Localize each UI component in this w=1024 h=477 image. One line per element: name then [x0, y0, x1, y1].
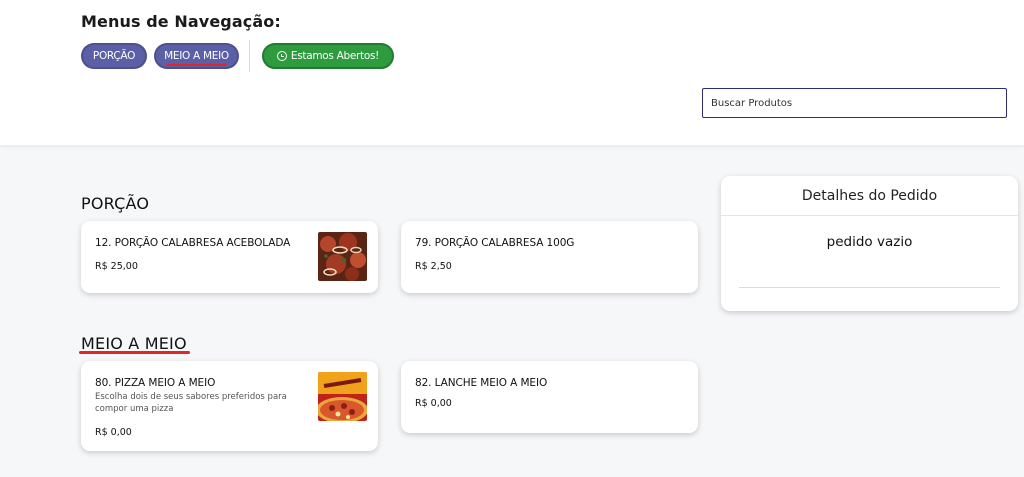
active-underline	[166, 64, 227, 66]
product-name: 80. PIZZA MEIO A MEIO	[95, 377, 216, 389]
search-input[interactable]	[702, 88, 1007, 118]
product-card[interactable]: 80. PIZZA MEIO A MEIO Escolha dois de se…	[81, 361, 378, 451]
order-details-title: Detalhes do Pedido	[721, 176, 1018, 216]
product-card[interactable]: 82. LANCHE MEIO A MEIO R$ 0,00	[401, 361, 698, 433]
nav-title: Menus de Navegação:	[81, 12, 281, 31]
product-price: R$ 0,00	[95, 427, 132, 438]
product-name: 82. LANCHE MEIO A MEIO	[415, 377, 548, 389]
order-divider	[739, 287, 1000, 288]
open-status-button[interactable]: Estamos Abertos!	[262, 43, 394, 69]
top-navigation-bar: Menus de Navegação: PORÇÃO MEIO A MEIO E…	[0, 0, 1024, 145]
section-active-underline	[79, 351, 190, 354]
product-name: 12. PORÇÃO CALABRESA ACEBOLADA	[95, 237, 291, 249]
order-details-panel: Detalhes do Pedido pedido vazio	[721, 176, 1018, 311]
product-description: Escolha dois de seus sabores preferidos …	[95, 392, 287, 414]
product-price: R$ 2,50	[415, 261, 452, 272]
nav-pill-label: MEIO A MEIO	[164, 50, 229, 62]
product-price: R$ 25,00	[95, 261, 138, 272]
nav-divider	[249, 40, 250, 72]
product-card[interactable]: 79. PORÇÃO CALABRESA 100G R$ 2,50	[401, 221, 698, 293]
nav-pill-porcao[interactable]: PORÇÃO	[81, 43, 147, 69]
product-image-calabresa	[318, 232, 367, 281]
product-name: 79. PORÇÃO CALABRESA 100G	[415, 237, 575, 249]
clock-icon	[276, 51, 287, 61]
product-image-pizza-meio-a-meio	[318, 372, 367, 421]
product-card[interactable]: 12. PORÇÃO CALABRESA ACEBOLADA R$ 25,00	[81, 221, 378, 293]
product-price: R$ 0,00	[415, 398, 452, 409]
open-status-label: Estamos Abertos!	[290, 50, 380, 62]
section-title-porcao: PORÇÃO	[81, 194, 150, 213]
nav-pill-meio-a-meio[interactable]: MEIO A MEIO	[154, 43, 239, 69]
order-empty-text: pedido vazio	[826, 234, 913, 250]
